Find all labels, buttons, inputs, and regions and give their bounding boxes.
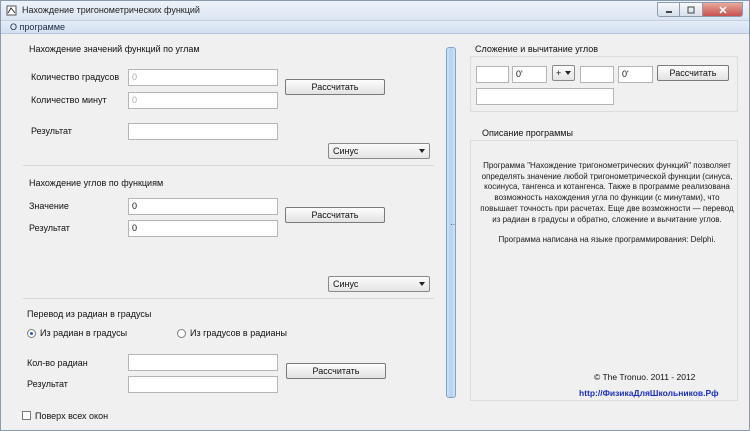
main-window: Нахождение тригонометрических функций О … [0, 0, 750, 431]
result-angles-label: Результат [31, 126, 72, 136]
degrees-input[interactable]: 0 [128, 69, 278, 86]
radians-count-input[interactable] [128, 354, 278, 371]
divider [23, 298, 434, 299]
function-select-angles[interactable]: Синус [328, 143, 430, 159]
window-title: Нахождение тригонометрических функций [22, 5, 200, 15]
minimize-button[interactable] [657, 2, 680, 17]
chevron-down-icon [419, 282, 425, 286]
function-select-functions[interactable]: Синус [328, 276, 430, 292]
chevron-down-icon [565, 71, 571, 75]
description-paragraph-2: Программа написана на языке программиров… [498, 235, 716, 245]
app-icon [6, 5, 17, 16]
function-select-functions-value: Синус [333, 279, 359, 289]
radio-deg-to-rad[interactable] [177, 329, 186, 338]
result-radians-output[interactable] [128, 376, 278, 393]
function-select-angles-value: Синус [333, 146, 359, 156]
min1-input[interactable]: 0' [512, 66, 547, 83]
menu-item-about[interactable]: О программе [10, 22, 65, 32]
deg2-input[interactable] [580, 66, 614, 83]
value-label: Значение [29, 201, 69, 211]
panel-splitter[interactable]: ·· [446, 47, 456, 398]
window-controls [657, 2, 743, 18]
section-title-radians: Перевод из радиан в градусы [27, 309, 152, 319]
website-link[interactable]: http://ФизикаДляШкольников.Рф [579, 388, 719, 398]
section-title-functions: Нахождение углов по функциям [29, 178, 164, 188]
radians-count-label: Кол-во радиан [27, 358, 88, 368]
calc-radians-button[interactable]: Рассчитать [286, 363, 386, 379]
deg1-input[interactable] [476, 66, 509, 83]
close-icon [718, 5, 727, 14]
result-functions-output[interactable]: 0 [128, 220, 278, 237]
title-bar[interactable]: Нахождение тригонометрических функций [1, 1, 749, 21]
description-text: Программа "Нахождение тригонометрических… [478, 161, 736, 246]
operator-select[interactable]: + [552, 65, 575, 81]
section-title-description: Описание программы [482, 128, 573, 138]
operator-select-value: + [556, 68, 562, 78]
description-paragraph-1: Программа "Нахождение тригонометрических… [480, 161, 734, 224]
always-on-top-checkbox[interactable] [22, 411, 31, 420]
calc-add-sub-button[interactable]: Рассчитать [657, 65, 729, 81]
add-sub-result-output[interactable] [476, 88, 614, 105]
result-functions-label: Результат [29, 223, 70, 233]
radio-rad-to-deg-label[interactable]: Из радиан в градусы [40, 328, 127, 338]
chevron-down-icon [419, 149, 425, 153]
section-title-angles: Нахождение значений функций по углам [29, 44, 200, 54]
minimize-icon [665, 10, 672, 13]
calc-angles-button[interactable]: Рассчитать [285, 79, 385, 95]
minutes-label: Количество минут [31, 95, 107, 105]
calc-functions-button[interactable]: Рассчитать [285, 207, 385, 223]
splitter-grip-icon: ·· [450, 220, 456, 229]
min2-input[interactable]: 0' [618, 66, 653, 83]
copyright-text: © The Tronuo. 2011 - 2012 [594, 372, 696, 382]
section-title-add-sub: Сложение и вычитание углов [475, 44, 599, 54]
close-button[interactable] [703, 2, 743, 17]
maximize-icon [687, 6, 695, 13]
result-angles-output[interactable] [128, 123, 278, 140]
divider [23, 165, 434, 166]
radio-deg-to-rad-label[interactable]: Из градусов в радианы [190, 328, 287, 338]
radio-rad-to-deg[interactable] [27, 329, 36, 338]
value-input[interactable]: 0 [128, 198, 278, 215]
result-radians-label: Результат [27, 379, 68, 389]
minutes-input[interactable]: 0 [128, 92, 278, 109]
maximize-button[interactable] [680, 2, 703, 17]
degrees-label: Количество градусов [31, 72, 120, 82]
always-on-top-label[interactable]: Поверх всех окон [35, 411, 108, 421]
menu-bar: О программе [1, 21, 749, 34]
